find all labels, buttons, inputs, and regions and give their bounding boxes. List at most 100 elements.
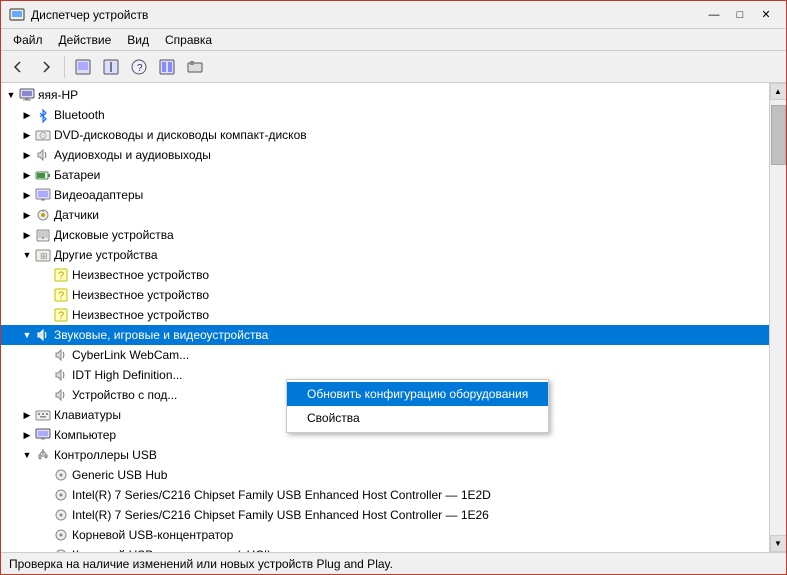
display-icon bbox=[35, 187, 51, 203]
display-expand-icon[interactable]: ▶ bbox=[19, 187, 35, 203]
disk-icon bbox=[35, 227, 51, 243]
battery-icon bbox=[35, 167, 51, 183]
sensors-label: Датчики bbox=[54, 208, 99, 222]
minimize-button[interactable]: — bbox=[702, 5, 726, 25]
unknown1-icon: ? bbox=[53, 267, 69, 283]
bluetooth-expand-icon[interactable]: ▶ bbox=[19, 107, 35, 123]
root2-label: Корневой USB-концентратор (xHCI) bbox=[72, 548, 271, 552]
tree-unknown3[interactable]: ▶ ? Неизвестное устройство bbox=[1, 305, 769, 325]
tree-dvd[interactable]: ▶ DVD-дисководы и дисководы компакт-диск… bbox=[1, 125, 769, 145]
tree-view[interactable]: ▼ яяя-HP ▶ Bluetooth ▶ DVD-ди bbox=[1, 83, 769, 552]
other-label: Другие устройства bbox=[54, 248, 158, 262]
device-icon bbox=[53, 387, 69, 403]
context-menu: Обновить конфигурацию оборудования Свойс… bbox=[286, 379, 549, 433]
toolbar: ? bbox=[1, 51, 786, 83]
tree-battery[interactable]: ▶ Батареи bbox=[1, 165, 769, 185]
menu-file[interactable]: Файл bbox=[5, 31, 51, 49]
unknown3-label: Неизвестное устройство bbox=[72, 308, 209, 322]
scroll-up-btn[interactable]: ▲ bbox=[770, 83, 787, 100]
audio-expand-icon[interactable]: ▶ bbox=[19, 147, 35, 163]
status-text: Проверка на наличие изменений или новых … bbox=[9, 557, 393, 571]
cyberlink-icon bbox=[53, 347, 69, 363]
window-icon bbox=[9, 7, 25, 23]
tree-sensors[interactable]: ▶ Датчики bbox=[1, 205, 769, 225]
menu-view[interactable]: Вид bbox=[119, 31, 157, 49]
keyboard-icon bbox=[35, 407, 51, 423]
scrollbar-vertical[interactable]: ▲ ▼ bbox=[769, 83, 786, 552]
unknown1-label: Неизвестное устройство bbox=[72, 268, 209, 282]
menu-action[interactable]: Действие bbox=[51, 31, 120, 49]
root-expand-icon[interactable]: ▼ bbox=[3, 87, 19, 103]
tree-root[interactable]: ▼ яяя-HP bbox=[1, 85, 769, 105]
scrollbar-track[interactable] bbox=[770, 100, 786, 535]
tree-intel2[interactable]: ▶ Intel(R) 7 Series/C216 Chipset Family … bbox=[1, 505, 769, 525]
disk-label: Дисковые устройства bbox=[54, 228, 174, 242]
idt-label: IDT High Definition... bbox=[72, 368, 183, 382]
usb-expand[interactable]: ▼ bbox=[19, 447, 35, 463]
tree-sound[interactable]: ▼ Звуковые, игровые и видеоустройства bbox=[1, 325, 769, 345]
toolbar-btn3[interactable] bbox=[154, 54, 180, 80]
tree-intel1[interactable]: ▶ Intel(R) 7 Series/C216 Chipset Family … bbox=[1, 485, 769, 505]
tree-disk[interactable]: ▶ Дисковые устройства bbox=[1, 225, 769, 245]
toolbar-help[interactable]: ? bbox=[126, 54, 152, 80]
menu-bar: Файл Действие Вид Справка bbox=[1, 29, 786, 51]
toolbar-btn1[interactable] bbox=[70, 54, 96, 80]
cyberlink-label: CyberLink WebCam... bbox=[72, 348, 189, 362]
scroll-down-btn[interactable]: ▼ bbox=[770, 535, 787, 552]
toolbar-btn2[interactable] bbox=[98, 54, 124, 80]
intel2-icon bbox=[53, 507, 69, 523]
usb-label: Контроллеры USB bbox=[54, 448, 157, 462]
toolbar-sep-1 bbox=[64, 56, 65, 78]
other-expand-icon[interactable]: ▼ bbox=[19, 247, 35, 263]
toolbar-forward[interactable] bbox=[33, 54, 59, 80]
device-manager-window: Диспетчер устройств — □ ✕ Файл Действие … bbox=[0, 0, 787, 575]
tree-display[interactable]: ▶ Видеоадаптеры bbox=[1, 185, 769, 205]
menu-help[interactable]: Справка bbox=[157, 31, 220, 49]
display-label: Видеоадаптеры bbox=[54, 188, 143, 202]
keyboard-expand[interactable]: ▶ bbox=[19, 407, 35, 423]
tree-usb[interactable]: ▼ Контроллеры USB bbox=[1, 445, 769, 465]
tree-root1[interactable]: ▶ Корневой USB-концентратор bbox=[1, 525, 769, 545]
other-icon: ⊞ bbox=[35, 247, 51, 263]
context-menu-item-update[interactable]: Обновить конфигурацию оборудования bbox=[287, 382, 548, 406]
context-menu-item-properties[interactable]: Свойства bbox=[287, 406, 548, 430]
root-label: яяя-HP bbox=[38, 88, 78, 102]
tree-cyberlink[interactable]: ▶ CyberLink WebCam... bbox=[1, 345, 769, 365]
title-bar: Диспетчер устройств — □ ✕ bbox=[1, 1, 786, 29]
comp-label: Компьютер bbox=[54, 428, 116, 442]
tree-unknown1[interactable]: ▶ ? Неизвестное устройство bbox=[1, 265, 769, 285]
content-area: ▼ яяя-HP ▶ Bluetooth ▶ DVD-ди bbox=[1, 83, 786, 552]
svg-text:?: ? bbox=[58, 270, 64, 282]
battery-expand-icon[interactable]: ▶ bbox=[19, 167, 35, 183]
sound-expand-icon[interactable]: ▼ bbox=[19, 327, 35, 343]
status-bar: Проверка на наличие изменений или новых … bbox=[1, 552, 786, 574]
comp-icon bbox=[35, 427, 51, 443]
title-bar-controls: — □ ✕ bbox=[702, 5, 778, 25]
root-computer-icon bbox=[19, 87, 35, 103]
scrollbar-thumb[interactable] bbox=[771, 105, 786, 165]
audio-icon bbox=[35, 147, 51, 163]
close-button[interactable]: ✕ bbox=[754, 5, 778, 25]
tree-other[interactable]: ▼ ⊞ Другие устройства bbox=[1, 245, 769, 265]
comp-expand[interactable]: ▶ bbox=[19, 427, 35, 443]
tree-unknown2[interactable]: ▶ ? Неизвестное устройство bbox=[1, 285, 769, 305]
maximize-button[interactable]: □ bbox=[728, 5, 752, 25]
title-bar-left: Диспетчер устройств bbox=[9, 7, 148, 23]
sensors-expand-icon[interactable]: ▶ bbox=[19, 207, 35, 223]
tree-hub1[interactable]: ▶ Generic USB Hub bbox=[1, 465, 769, 485]
sound-label: Звуковые, игровые и видеоустройства bbox=[54, 328, 268, 342]
svg-text:?: ? bbox=[137, 63, 143, 74]
root1-label: Корневой USB-концентратор bbox=[72, 528, 233, 542]
disk-expand-icon[interactable]: ▶ bbox=[19, 227, 35, 243]
tree-bluetooth[interactable]: ▶ Bluetooth bbox=[1, 105, 769, 125]
tree-root2[interactable]: ▶ Корневой USB-концентратор (xHCI) bbox=[1, 545, 769, 552]
toolbar-btn4[interactable] bbox=[182, 54, 208, 80]
dvd-expand-icon[interactable]: ▶ bbox=[19, 127, 35, 143]
toolbar-back[interactable] bbox=[5, 54, 31, 80]
dvd-icon bbox=[35, 127, 51, 143]
window-title: Диспетчер устройств bbox=[31, 8, 148, 22]
svg-text:⊞: ⊞ bbox=[40, 251, 48, 261]
sensors-icon bbox=[35, 207, 51, 223]
hub1-icon bbox=[53, 467, 69, 483]
tree-audio[interactable]: ▶ Аудиовходы и аудиовыходы bbox=[1, 145, 769, 165]
